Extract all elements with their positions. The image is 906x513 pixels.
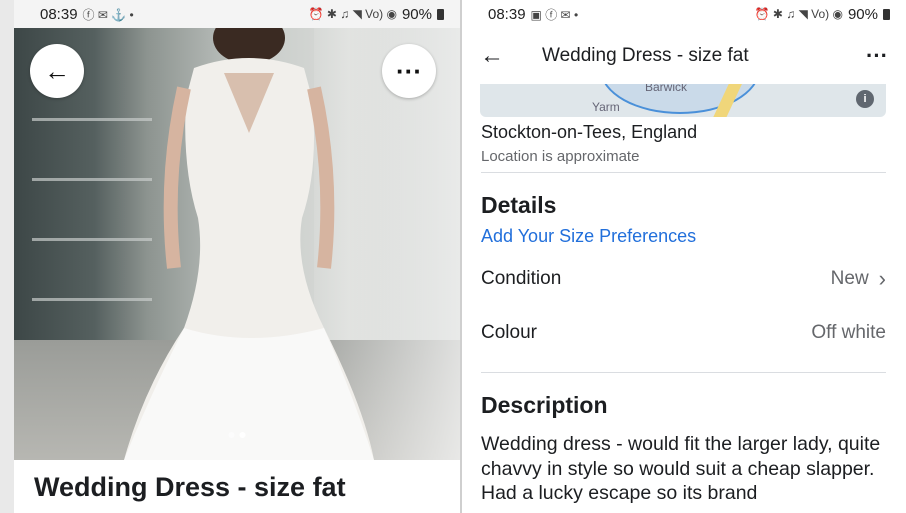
system-icons: ⏰ ✱ ♫ ◥ Vo) ◉ — [308, 7, 397, 21]
listing-photo[interactable]: ← ··· — [14, 28, 460, 460]
top-bar: ← Wedding Dress - size fat ··· — [462, 28, 906, 84]
photo-page-indicator — [228, 432, 246, 438]
description-text: Wedding dress - would fit the larger lad… — [481, 433, 881, 504]
listing-title: Wedding Dress - size fat — [34, 472, 346, 502]
page-dot[interactable] — [228, 432, 235, 438]
detail-value: Off white — [811, 322, 886, 343]
add-size-preferences-link[interactable]: Add Your Size Preferences — [481, 226, 696, 247]
page-title: Wedding Dress - size fat — [542, 45, 749, 66]
details-heading: Details — [481, 192, 557, 218]
more-options-button[interactable]: ··· — [382, 44, 436, 98]
map-label-barwick: Barwick — [645, 84, 688, 94]
back-arrow-button[interactable]: ← — [30, 44, 84, 98]
battery-icon — [883, 8, 890, 20]
wedding-dress-image — [124, 28, 374, 460]
divider — [481, 172, 886, 173]
right-phone-screen: 08:39 ▣ ⓕ ✉ • ⏰ ✱ ♫ ◥ Vo) ◉ 90% ← Weddin… — [462, 0, 906, 513]
detail-label: Colour — [481, 322, 537, 343]
notification-icons: ▣ ⓕ ✉ • — [530, 7, 579, 22]
page-dot-active[interactable] — [239, 432, 246, 438]
left-phone-screen: 08:39 ⓕ ✉ ⚓ • ⏰ ✱ ♫ ◥ Vo) ◉ 90% ← ··· We… — [14, 0, 460, 513]
battery-percent: 90% — [401, 5, 432, 23]
detail-label: Condition — [481, 268, 562, 289]
location-map[interactable]: Barwick Yarm i — [480, 84, 886, 117]
detail-row-condition[interactable]: Condition New › — [481, 266, 886, 292]
info-icon[interactable]: i — [856, 90, 874, 108]
divider — [481, 372, 886, 373]
location-note: Location is approximate — [481, 148, 640, 165]
status-bar: 08:39 ▣ ⓕ ✉ • ⏰ ✱ ♫ ◥ Vo) ◉ 90% — [462, 0, 906, 28]
battery-icon — [437, 8, 444, 20]
chevron-right-icon: › — [878, 266, 886, 291]
status-bar: 08:39 ⓕ ✉ ⚓ • ⏰ ✱ ♫ ◥ Vo) ◉ 90% — [14, 0, 460, 28]
battery-percent: 90% — [847, 5, 878, 23]
location-text: Stockton-on-Tees, England — [481, 122, 698, 142]
more-options-icon[interactable]: ··· — [866, 43, 888, 69]
back-arrow-icon[interactable]: ← — [480, 42, 520, 70]
status-time: 08:39 — [488, 5, 526, 23]
detail-row-colour: Colour Off white — [481, 322, 886, 344]
map-label-yarm: Yarm — [592, 100, 620, 114]
description-heading: Description — [481, 392, 608, 418]
detail-value: New — [830, 268, 869, 289]
notification-icons: ⓕ ✉ ⚓ • — [82, 7, 134, 22]
status-time: 08:39 — [40, 5, 78, 23]
system-icons: ⏰ ✱ ♫ ◥ Vo) ◉ — [754, 7, 843, 21]
